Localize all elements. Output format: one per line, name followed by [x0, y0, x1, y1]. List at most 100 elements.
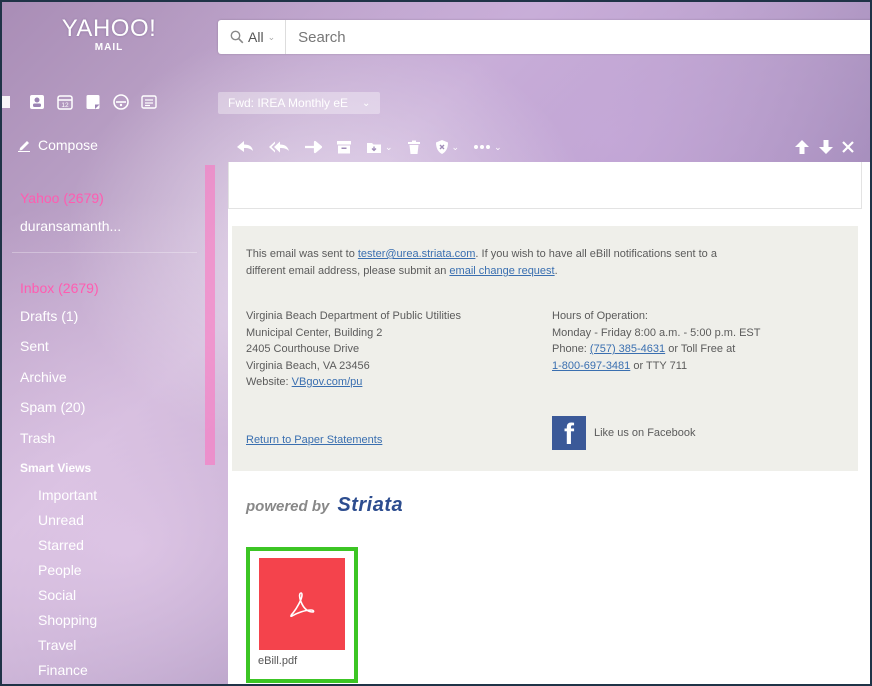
archive-button[interactable] — [336, 140, 352, 154]
tollfree-line: 1-800-697-3481 or TTY 711 — [552, 358, 760, 375]
notice-text: . If you wish to have all eBill notifica… — [475, 248, 717, 260]
arrow-up-icon — [795, 140, 809, 154]
app-switcher: 12 — [2, 88, 168, 116]
sidebar-item-sent[interactable]: Sent — [20, 338, 49, 354]
forward-button[interactable] — [304, 140, 322, 154]
delete-button[interactable] — [407, 140, 421, 155]
address-block: Virginia Beach Department of Public Util… — [246, 308, 461, 391]
sidebar-item-trash[interactable]: Trash — [20, 430, 55, 446]
return-to-paper-link[interactable]: Return to Paper Statements — [246, 434, 382, 446]
notice-text: This email was sent to — [246, 248, 358, 260]
spam-button[interactable]: ⌄ — [435, 139, 460, 155]
sidebar-item-social[interactable]: Social — [38, 587, 76, 603]
yahoo-mail-logo[interactable]: YAHOO! MAIL — [44, 16, 174, 54]
notice-line-1: This email was sent to tester@urea.stria… — [246, 248, 717, 260]
phone-label: Phone: — [552, 343, 590, 355]
sidebar-item-inbox[interactable]: Inbox (2679) — [20, 280, 99, 296]
striata-logo: Striata — [337, 494, 404, 516]
close-icon — [842, 141, 854, 153]
folder-move-icon — [367, 143, 381, 153]
chevron-down-icon[interactable]: ⌄ — [362, 98, 370, 109]
attachment-ebill-pdf[interactable]: eBill.pdf — [246, 547, 358, 683]
website-link[interactable]: VBgov.com/pu — [292, 376, 363, 388]
search-bar: All ⌄ — [218, 19, 870, 55]
account-email[interactable]: duransamanth... — [20, 218, 121, 234]
address-line: Municipal Center, Building 2 — [246, 326, 383, 339]
reply-all-button[interactable] — [268, 140, 290, 154]
powered-by-striata: powered by Striata — [246, 494, 403, 517]
recipient-email-link[interactable]: tester@urea.striata.com — [358, 248, 476, 260]
reply-icon — [237, 141, 253, 152]
address-line: Virginia Beach, VA 23456 — [246, 359, 370, 372]
sidebar-item-travel[interactable]: Travel — [38, 637, 76, 653]
compose-label: Compose — [38, 137, 98, 153]
sidebar-divider — [12, 252, 197, 253]
sidebar-item-finance[interactable]: Finance — [38, 662, 88, 678]
tab-open-message[interactable]: Fwd: IREA Monthly eE ⌄ — [218, 92, 381, 114]
sidebar-item-people[interactable]: People — [38, 562, 82, 578]
move-button[interactable]: ⌄ — [366, 140, 393, 154]
trash-icon — [407, 140, 420, 154]
messenger-icon[interactable] — [112, 93, 130, 111]
sidebar-item-archive[interactable]: Archive — [20, 369, 67, 385]
attachment-filename: eBill.pdf — [258, 655, 298, 667]
logo-subtext: MAIL — [94, 42, 124, 53]
message-toolbar: ⌄ ⌄ ⌄ — [236, 135, 870, 159]
pdf-icon — [290, 592, 315, 618]
more-icon — [474, 145, 491, 149]
sidebar-item-shopping[interactable]: Shopping — [38, 612, 97, 628]
email-footer-notice: This email was sent to tester@urea.stria… — [232, 226, 858, 471]
more-actions-button[interactable]: ⌄ — [473, 142, 502, 153]
compose-button[interactable]: Compose — [18, 137, 98, 153]
sidebar-item-important[interactable]: Important — [38, 487, 97, 503]
sidebar-item-starred[interactable]: Starred — [38, 537, 84, 553]
tollfree-link[interactable]: 1-800-697-3481 — [552, 360, 630, 372]
tty-label: or TTY 711 — [630, 359, 688, 372]
email-change-link[interactable]: email change request — [449, 265, 554, 277]
hours-block: Hours of Operation: Monday - Friday 8:00… — [552, 308, 760, 374]
sidebar-scrollbar[interactable] — [205, 165, 215, 465]
reply-button[interactable] — [236, 140, 254, 154]
phone-link[interactable]: (757) 385-4631 — [590, 343, 665, 355]
logo-text: YAHOO! — [61, 15, 157, 42]
powered-by-label: powered by — [246, 498, 330, 515]
reply-all-icon — [269, 141, 289, 153]
sidebar-item-drafts[interactable]: Drafts (1) — [20, 308, 78, 324]
notice-text: . — [554, 265, 558, 277]
chevron-down-icon: ⌄ — [451, 141, 460, 152]
search-icon — [230, 30, 244, 44]
tollfree-label: or Toll Free at — [665, 343, 736, 355]
chevron-down-icon: ⌄ — [385, 141, 393, 152]
arrow-down-icon — [819, 140, 833, 154]
svg-text:12: 12 — [61, 102, 69, 109]
close-message-button[interactable] — [842, 141, 854, 153]
next-message-button[interactable] — [818, 139, 834, 155]
pdf-thumbnail — [259, 558, 345, 650]
website-label: Website: — [246, 376, 292, 388]
chevron-down-icon: ⌄ — [267, 31, 276, 42]
notepad-icon[interactable] — [84, 93, 102, 111]
hours-heading: Hours of Operation: — [552, 310, 648, 322]
message-body: This email was sent to tester@urea.stria… — [228, 162, 870, 684]
newsfeed-icon[interactable] — [140, 93, 158, 111]
facebook-link[interactable]: f Like us on Facebook — [552, 416, 696, 450]
calendar-icon[interactable]: 12 — [56, 93, 74, 111]
contacts-icon[interactable] — [28, 93, 46, 111]
previous-message-button[interactable] — [794, 139, 810, 155]
yahoo-mail-window: YAHOO! MAIL All ⌄ 12 — [0, 0, 872, 686]
tab-label: Fwd: IREA Monthly eE — [228, 96, 349, 110]
notice-line-2: different email address, please submit a… — [246, 265, 558, 277]
search-scope-dropdown[interactable]: All ⌄ — [218, 20, 287, 54]
sidebar-item-spam[interactable]: Spam (20) — [20, 399, 85, 415]
pencil-icon — [18, 140, 30, 152]
facebook-text: Like us on Facebook — [594, 427, 696, 439]
mail-icon[interactable] — [2, 93, 10, 111]
message-tab-strip: Fwd: IREA Monthly eE ⌄ — [218, 90, 381, 116]
search-input[interactable] — [286, 19, 870, 55]
smart-views-heading[interactable]: Smart Views — [20, 461, 91, 475]
forward-icon — [305, 140, 322, 154]
message-header-box — [228, 162, 862, 209]
sidebar-item-unread[interactable]: Unread — [38, 512, 84, 528]
folder-sidebar: Yahoo (2679) duransamanth... Inbox (2679… — [2, 182, 207, 684]
account-yahoo[interactable]: Yahoo (2679) — [20, 190, 104, 206]
